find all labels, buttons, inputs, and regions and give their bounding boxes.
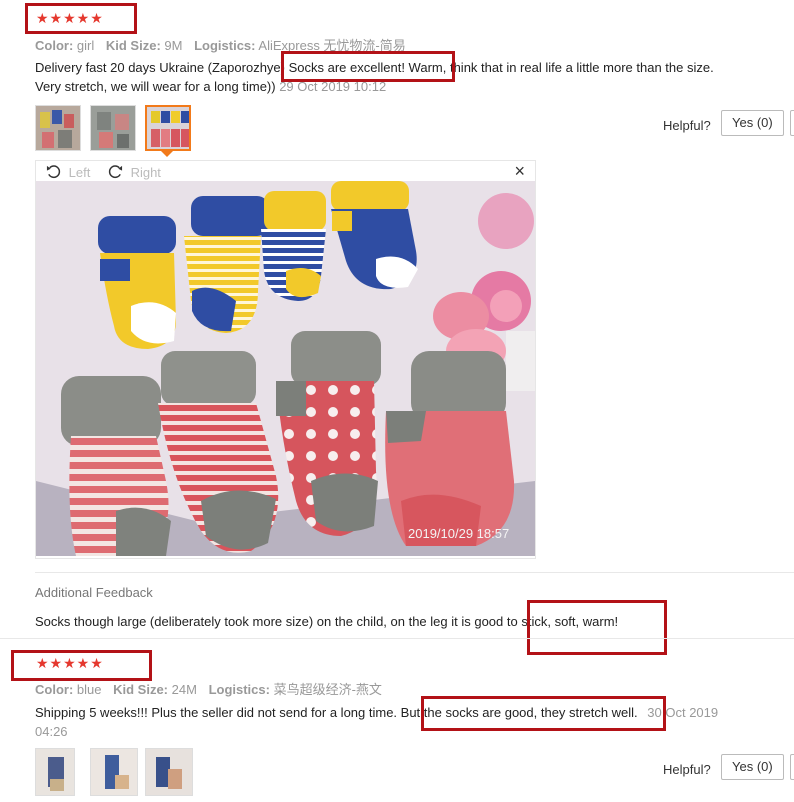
color-label: Color:	[35, 682, 74, 697]
rotate-left-icon	[46, 165, 61, 179]
review-meta: Color: blue Kid Size: 24M Logistics: 菜鸟超…	[35, 679, 390, 698]
helpful-no-button[interactable]	[790, 754, 794, 780]
additional-feedback-title: Additional Feedback	[35, 585, 153, 600]
size-label: Kid Size:	[105, 38, 161, 53]
helpful-yes-button[interactable]: Yes (0)	[721, 754, 784, 780]
photo-thumb-image	[91, 106, 135, 150]
review-text-part1: Shipping 5 weeks!!! Plus the seller did …	[35, 705, 424, 720]
rotate-left-label: Left	[68, 165, 91, 180]
text-highlight-box	[281, 51, 455, 82]
rotate-right-button[interactable]: Right	[108, 165, 161, 180]
photo-thumb-image	[91, 749, 137, 795]
rotate-left-button[interactable]: Left	[46, 165, 94, 180]
photo-timestamp: 2019/10/29 18:57	[408, 526, 509, 541]
logistics-value: 菜鸟超级经济-燕文	[273, 682, 382, 697]
photo-thumb-image	[36, 749, 74, 795]
review-photo-thumb[interactable]	[90, 748, 138, 796]
review-photo-thumb[interactable]	[90, 105, 136, 151]
text-highlight-box	[421, 696, 666, 731]
logistics-label: Logistics:	[194, 38, 256, 53]
review-text-line2: Very stretch, we will wear for a long ti…	[35, 79, 276, 94]
viewer-photo: 2019/10/29 18:57	[36, 181, 535, 556]
additional-highlight-box	[527, 600, 667, 655]
additional-text-part1: Socks though large (deliberately took mo…	[35, 614, 522, 629]
review-photo-thumb[interactable]	[35, 105, 81, 151]
review-text: Shipping 5 weeks!!! Plus the seller did …	[35, 703, 780, 741]
review-divider	[0, 638, 794, 639]
size-label: Kid Size:	[113, 682, 169, 697]
photo-thumb-image	[36, 106, 80, 150]
star-rating: ★★★★★	[36, 655, 104, 671]
helpful-label: Helpful?	[663, 118, 711, 133]
helpful-yes-button[interactable]: Yes (0)	[721, 110, 784, 136]
color-value: blue	[76, 682, 102, 697]
size-value: 9M	[164, 38, 183, 53]
helpful-label: Helpful?	[663, 762, 711, 777]
socks-photo-image: 2019/10/29 18:57	[36, 181, 535, 556]
star-rating: ★★★★★	[36, 10, 104, 26]
review-photo-thumb-selected[interactable]	[145, 105, 191, 151]
logistics-label: Logistics:	[208, 682, 270, 697]
review-text-part1: Delivery fast 20 days Ukraine (Zaporozhy…	[35, 60, 289, 75]
photo-viewer: Left Right × 2019/10/29 18:57	[35, 160, 536, 559]
review-photo-thumb[interactable]	[35, 748, 75, 796]
section-divider	[35, 572, 794, 573]
helpful-no-button[interactable]	[790, 110, 794, 136]
size-value: 24M	[171, 682, 197, 697]
photo-thumb-image	[147, 107, 189, 149]
selected-thumb-pointer	[161, 151, 173, 157]
rotate-right-label: Right	[130, 165, 161, 180]
color-value: girl	[76, 38, 95, 53]
photo-thumb-image	[146, 749, 192, 795]
rotate-right-icon	[108, 165, 122, 179]
review-date-time: 04:26	[35, 724, 68, 739]
review-text-part2: , think that in real life a little more …	[442, 60, 714, 75]
review-photo-thumb[interactable]	[145, 748, 193, 796]
viewer-toolbar: Left Right	[46, 163, 161, 183]
viewer-close-button[interactable]: ×	[514, 161, 525, 182]
color-label: Color:	[35, 38, 74, 53]
